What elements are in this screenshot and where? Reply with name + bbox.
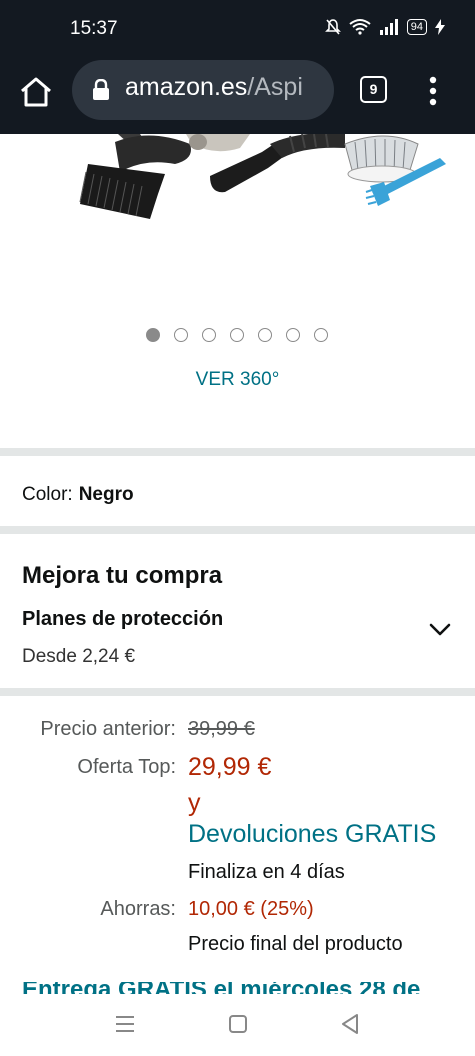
section-divider <box>0 526 475 534</box>
savings-value: 10,00 € (25%) <box>188 898 314 920</box>
protection-plans-title[interactable]: Planes de protección <box>22 608 223 631</box>
color-label: Color: <box>22 484 73 505</box>
mute-bell-icon <box>324 19 341 35</box>
carousel-dot[interactable] <box>286 328 300 342</box>
deal-price: 29,99 € <box>188 753 272 781</box>
upsell-heading: Mejora tu compra <box>22 562 223 589</box>
carousel-dot[interactable] <box>230 328 244 342</box>
system-navigation-bar <box>0 994 475 1056</box>
product-image[interactable] <box>0 134 475 314</box>
wifi-icon <box>349 19 371 35</box>
delivery-info-partial[interactable]: Entrega GRATIS el miércoles 28 de <box>22 982 452 994</box>
color-selection: Color: Negro <box>22 484 134 506</box>
chevron-down-icon[interactable] <box>428 620 452 640</box>
tab-switcher-button[interactable]: 9 <box>360 76 387 103</box>
address-bar[interactable]: amazon.es/Aspi <box>72 60 334 120</box>
back-icon[interactable] <box>340 1013 360 1035</box>
color-value: Negro <box>78 484 134 505</box>
home-nav-icon[interactable] <box>228 1014 248 1034</box>
carousel-dot[interactable] <box>146 328 160 342</box>
carousel-dot[interactable] <box>314 328 328 342</box>
url-domain: amazon.es <box>125 73 248 101</box>
conjunction-text: y <box>188 789 201 817</box>
protection-plans-price: Desde 2,24 € <box>22 646 136 667</box>
status-bar: 15:37 94 <box>0 0 475 56</box>
section-divider <box>0 448 475 456</box>
deal-ends-text: Finaliza en 4 días <box>188 861 345 883</box>
final-price-note: Precio final del producto <box>188 933 403 955</box>
lock-icon <box>93 79 109 100</box>
previous-price: 39,99 € <box>188 718 255 740</box>
carousel-dot[interactable] <box>202 328 216 342</box>
home-icon[interactable] <box>18 74 54 110</box>
section-divider <box>0 688 475 696</box>
previous-price-label: Precio anterior: <box>40 718 176 740</box>
carousel-dot[interactable] <box>258 328 272 342</box>
carousel-dot[interactable] <box>174 328 188 342</box>
battery-indicator: 94 <box>406 19 427 35</box>
free-returns-link[interactable]: Devoluciones GRATIS <box>188 820 436 849</box>
signal-icon <box>379 19 398 35</box>
url-path: /Aspi <box>247 73 303 101</box>
browser-toolbar: amazon.es/Aspi 9 <box>0 56 475 134</box>
charging-icon <box>435 19 445 35</box>
deal-label: Oferta Top: <box>77 756 176 778</box>
image-carousel-dots[interactable] <box>146 328 328 342</box>
url-text: amazon.es/Aspi <box>125 73 303 102</box>
more-menu-icon[interactable] <box>424 74 442 108</box>
status-time: 15:37 <box>70 18 118 39</box>
view-360-link[interactable]: VER 360° <box>0 369 475 391</box>
status-icons: 94 <box>324 18 445 36</box>
delivery-text: Entrega GRATIS el miércoles 28 de <box>22 982 420 994</box>
savings-label: Ahorras: <box>100 898 176 920</box>
recent-apps-icon[interactable] <box>114 1014 136 1034</box>
brush-nozzle-illustration <box>79 134 191 219</box>
